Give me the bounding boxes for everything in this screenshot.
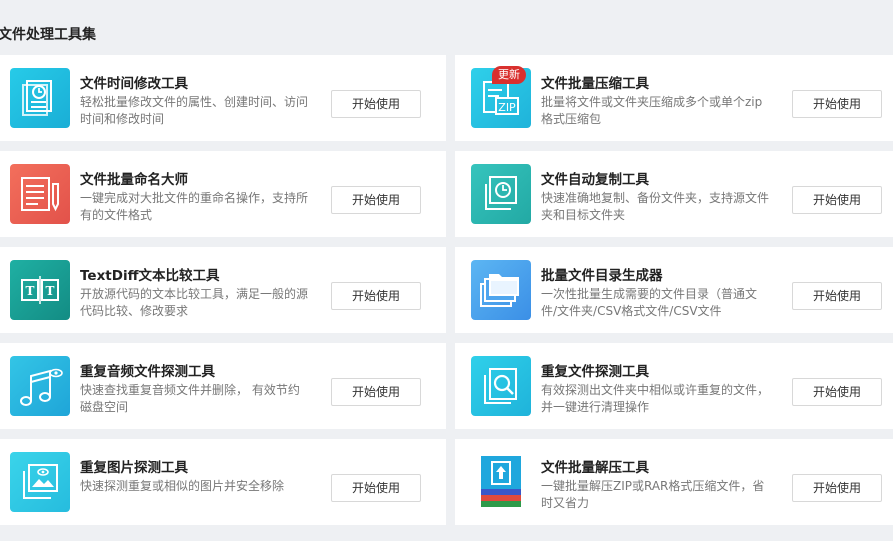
tool-title: 文件自动复制工具	[541, 172, 649, 188]
tool-card-duplicate-images: 重复图片探测工具 快速探测重复或相似的图片并安全移除 开始使用	[0, 439, 446, 525]
start-button[interactable]: 开始使用	[331, 282, 421, 310]
tool-card-file-time: 文件时间修改工具 轻松批量修改文件的属性、创建时间、访问时间和修改时间 开始使用	[0, 55, 446, 141]
tool-description: 快速探测重复或相似的图片并安全移除	[80, 479, 285, 493]
svg-text:ZIP: ZIP	[498, 101, 516, 114]
tool-description: 快速准确地复制、备份文件夹，支持源文件夹和目标文件夹	[541, 191, 770, 222]
tool-card-batch-rename: 文件批量命名大师 一键完成对大批文件的重命名操作，支持所有的文件格式 开始使用	[0, 151, 446, 237]
tool-description: 轻松批量修改文件的属性、创建时间、访问时间和修改时间	[80, 95, 309, 126]
tool-title: TextDiff文本比较工具	[80, 268, 220, 284]
start-button[interactable]: 开始使用	[792, 378, 882, 406]
tool-description: 开放源代码的文本比较工具，满足一般的源代码比较、修改要求	[80, 287, 309, 318]
start-button[interactable]: 开始使用	[331, 90, 421, 118]
start-button[interactable]: 开始使用	[331, 186, 421, 214]
new-badge: 更新	[492, 66, 526, 84]
tool-card-textdiff: T T TextDiff文本比较工具 开放源代码的文本比较工具，满足一般的源代码…	[0, 247, 446, 333]
rename-document-icon[interactable]	[10, 164, 70, 224]
document-clock-icon[interactable]	[10, 68, 70, 128]
tool-card-batch-unzip: 文件批量解压工具 一键批量解压ZIP或RAR格式压缩文件，省时又省力 开始使用	[455, 439, 893, 525]
tool-title: 批量文件目录生成器	[541, 268, 663, 284]
text-compare-icon[interactable]: T T	[10, 260, 70, 320]
tool-title: 重复图片探测工具	[80, 460, 188, 476]
svg-text:T: T	[46, 284, 55, 298]
svg-text:T: T	[26, 284, 35, 298]
start-button[interactable]: 开始使用	[331, 474, 421, 502]
start-button[interactable]: 开始使用	[792, 474, 882, 502]
tool-title: 文件批量压缩工具	[541, 76, 649, 92]
tool-description: 批量将文件或文件夹压缩成多个或单个zip格式压缩包	[541, 95, 763, 126]
music-notes-icon[interactable]	[10, 356, 70, 416]
tool-card-duplicate-audio: 重复音频文件探测工具 快速查找重复音频文件并删除， 有效节约磁盘空间 开始使用	[0, 343, 446, 429]
tool-description: 一键完成对大批文件的重命名操作，支持所有的文件格式	[80, 191, 309, 222]
start-button[interactable]: 开始使用	[331, 378, 421, 406]
tool-description: 有效探测出文件夹中相似或许重复的文件，并一键进行清理操作	[541, 383, 770, 414]
unzip-stack-icon[interactable]	[471, 452, 531, 512]
tool-card-auto-copy: 文件自动复制工具 快速准确地复制、备份文件夹，支持源文件夹和目标文件夹 开始使用	[455, 151, 893, 237]
tool-description: 一键批量解压ZIP或RAR格式压缩文件，省时又省力	[541, 479, 765, 510]
start-button[interactable]: 开始使用	[792, 90, 882, 118]
tool-title: 重复文件探测工具	[541, 364, 649, 380]
tool-card-duplicate-files: 重复文件探测工具 有效探测出文件夹中相似或许重复的文件，并一键进行清理操作 开始…	[455, 343, 893, 429]
tool-card-directory-generator: 批量文件目录生成器 一次性批量生成需要的文件目录（普通文件/文件夹/CSV格式文…	[455, 247, 893, 333]
section-title: 文件处理工具集	[0, 27, 96, 43]
tool-title: 重复音频文件探测工具	[80, 364, 215, 380]
image-duplicate-icon[interactable]	[10, 452, 70, 512]
tool-title: 文件批量命名大师	[80, 172, 188, 188]
tool-title: 文件时间修改工具	[80, 76, 188, 92]
start-button[interactable]: 开始使用	[792, 186, 882, 214]
folder-stack-icon[interactable]	[471, 260, 531, 320]
file-search-icon[interactable]	[471, 356, 531, 416]
tool-description: 一次性批量生成需要的文件目录（普通文件/文件夹/CSV格式文件/CSV文件	[541, 287, 758, 318]
tool-title: 文件批量解压工具	[541, 460, 649, 476]
copy-clock-icon[interactable]	[471, 164, 531, 224]
start-button[interactable]: 开始使用	[792, 282, 882, 310]
tool-description: 快速查找重复音频文件并删除， 有效节约磁盘空间	[80, 383, 300, 414]
